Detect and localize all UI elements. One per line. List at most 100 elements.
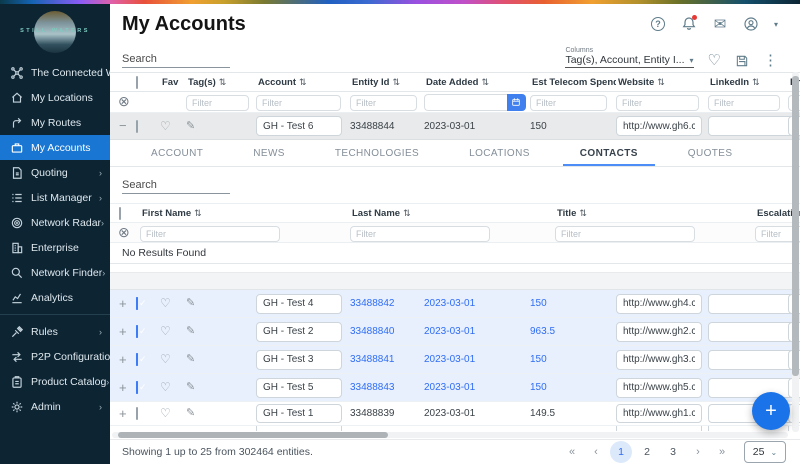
account-name-input[interactable] [256, 350, 342, 370]
contacts-select-all-checkbox[interactable] [119, 207, 121, 220]
row-checkbox[interactable] [136, 353, 138, 366]
sidebar-item-my-routes[interactable]: My Routes [0, 110, 110, 135]
sort-icon[interactable]: ⇅ [579, 208, 587, 219]
sort-icon[interactable]: ⇅ [657, 77, 665, 88]
sidebar-item-my-accounts[interactable]: My Accounts [0, 135, 110, 160]
account-avatar-icon[interactable] [743, 16, 759, 32]
sort-icon[interactable]: ⇅ [194, 208, 202, 219]
column-header-title[interactable]: Title⇅ [555, 208, 755, 219]
column-header-entity-id[interactable]: Entity Id⇅ [350, 77, 424, 88]
column-header-account[interactable]: Account⇅ [256, 77, 350, 88]
account-name-input[interactable] [256, 404, 342, 423]
linkedin-input[interactable] [708, 350, 794, 370]
favorite-heart-icon[interactable]: ♡ [160, 119, 171, 133]
row-checkbox[interactable] [136, 407, 138, 420]
filter-input-est-telecom-spend[interactable] [530, 95, 607, 111]
favorite-heart-icon[interactable]: ♡ [160, 406, 171, 420]
sidebar-item-network-finder[interactable]: Network Finder › [0, 260, 110, 285]
website-input[interactable] [616, 350, 702, 370]
account-name-input[interactable] [256, 116, 342, 136]
row-checkbox[interactable] [136, 381, 138, 394]
save-view-icon[interactable] [735, 54, 749, 68]
sidebar-item-p2p-configuration[interactable]: P2P Configuration › [0, 344, 110, 369]
scrollbar-thumb[interactable] [118, 432, 388, 438]
column-header-last-name[interactable]: Last Name⇅ [350, 208, 555, 219]
search-input[interactable] [122, 51, 230, 68]
row-checkbox[interactable] [136, 120, 138, 133]
website-input[interactable] [616, 378, 702, 398]
edit-tags-pencil-icon[interactable]: ✎ [186, 325, 195, 337]
clear-filters-icon[interactable]: ⊗ [118, 93, 130, 109]
website-input[interactable] [616, 294, 702, 314]
column-header-website[interactable]: Website⇅ [616, 77, 708, 88]
sidebar-item-connected-world[interactable]: The Connected World [0, 60, 110, 85]
row-checkbox[interactable] [136, 325, 138, 338]
notifications-bell-icon[interactable] [681, 16, 697, 32]
expand-row-icon[interactable]: + [119, 380, 127, 395]
sidebar-item-quoting[interactable]: Quoting › [0, 160, 110, 185]
expand-row-icon[interactable]: + [119, 352, 127, 367]
linkedin-input[interactable] [708, 116, 794, 136]
sidebar-item-analytics[interactable]: Analytics [0, 285, 110, 310]
website-input[interactable] [616, 116, 702, 136]
column-header-est-telecom-spend[interactable]: Est Telecom Spend⇅ [530, 77, 616, 88]
sidebar-item-list-manager[interactable]: List Manager › [0, 185, 110, 210]
tab-quotes[interactable]: QUOTES [663, 140, 758, 166]
sidebar-item-rules[interactable]: Rules › [0, 319, 110, 344]
sort-icon[interactable]: ⇅ [392, 77, 400, 88]
filter-input-website[interactable] [616, 95, 699, 111]
edit-tags-pencil-icon[interactable]: ✎ [186, 381, 195, 393]
page-number-1[interactable]: 1 [610, 441, 632, 463]
vertical-scrollbar[interactable] [792, 72, 799, 432]
filter-input-entity-id[interactable] [350, 95, 417, 111]
edit-tags-pencil-icon[interactable]: ✎ [186, 120, 195, 132]
linkedin-input[interactable] [708, 294, 794, 314]
expand-row-icon[interactable]: + [119, 406, 127, 421]
sidebar-item-admin[interactable]: Admin › [0, 394, 110, 419]
column-header-fav[interactable]: Fav [160, 77, 186, 88]
tab-locations[interactable]: LOCATIONS [444, 140, 555, 166]
company-logo[interactable]: STILL WATERS [0, 4, 110, 60]
tab-contacts[interactable]: CONTACTS [555, 140, 663, 166]
favorite-heart-icon[interactable]: ♡ [160, 296, 171, 310]
mail-icon[interactable]: ✉ [712, 16, 728, 32]
table-row[interactable]: + ♡ ✎ 33488843 2023-03-01 150 [110, 374, 800, 402]
account-name-input[interactable] [256, 322, 342, 342]
edit-tags-pencil-icon[interactable]: ✎ [186, 407, 195, 419]
contacts-search-input[interactable] [122, 177, 230, 194]
account-menu-caret-icon[interactable]: ▾ [774, 20, 778, 29]
next-page-icon[interactable]: › [688, 446, 708, 458]
filter-input-first-name[interactable] [140, 226, 280, 242]
table-row[interactable]: + ♡ ✎ 33488840 2023-03-01 963.5 [110, 318, 800, 346]
expand-row-icon[interactable]: + [119, 324, 127, 339]
column-header-date-added[interactable]: Date Added⇅ [424, 77, 530, 88]
tab-account[interactable]: ACCOUNT [126, 140, 228, 166]
table-row-expanded[interactable]: − ♡ ✎ 33488844 2023-03-01 150 [110, 113, 800, 140]
website-input[interactable] [616, 322, 702, 342]
last-page-icon[interactable]: » [712, 446, 732, 458]
collapse-row-icon[interactable]: − [119, 118, 127, 133]
tab-technologies[interactable]: TECHNOLOGIES [310, 140, 444, 166]
help-icon[interactable]: ? [650, 16, 666, 32]
columns-select[interactable]: Columns Tag(s), Account, Entity I... ▾ [565, 47, 693, 68]
column-header-linkedin[interactable]: LinkedIn⇅ [708, 77, 788, 88]
website-input[interactable] [616, 404, 702, 423]
first-page-icon[interactable]: « [562, 446, 582, 458]
more-options-kebab-icon[interactable]: ⋮ [763, 53, 778, 68]
row-checkbox[interactable] [136, 297, 138, 310]
filter-input-title[interactable] [555, 226, 695, 242]
favorite-heart-icon[interactable]: ♡ [160, 324, 171, 338]
add-account-fab-button[interactable]: + [752, 392, 790, 430]
tab-news[interactable]: NEWS [228, 140, 310, 166]
table-row[interactable]: + ♡ ✎ 33488842 2023-03-01 150 [110, 290, 800, 318]
select-all-checkbox[interactable] [136, 76, 138, 89]
filter-input-last-name[interactable] [350, 226, 490, 242]
filter-input-account[interactable] [256, 95, 341, 111]
column-header-first-name[interactable]: First Name⇅ [140, 208, 350, 219]
sort-icon[interactable]: ⇅ [219, 77, 227, 88]
table-row[interactable]: + ♡ ✎ 33488841 2023-03-01 150 [110, 346, 800, 374]
account-name-input[interactable] [256, 294, 342, 314]
sidebar-item-enterprise[interactable]: Enterprise [0, 235, 110, 260]
expand-row-icon[interactable]: + [119, 296, 127, 311]
page-number-3[interactable]: 3 [662, 441, 684, 463]
